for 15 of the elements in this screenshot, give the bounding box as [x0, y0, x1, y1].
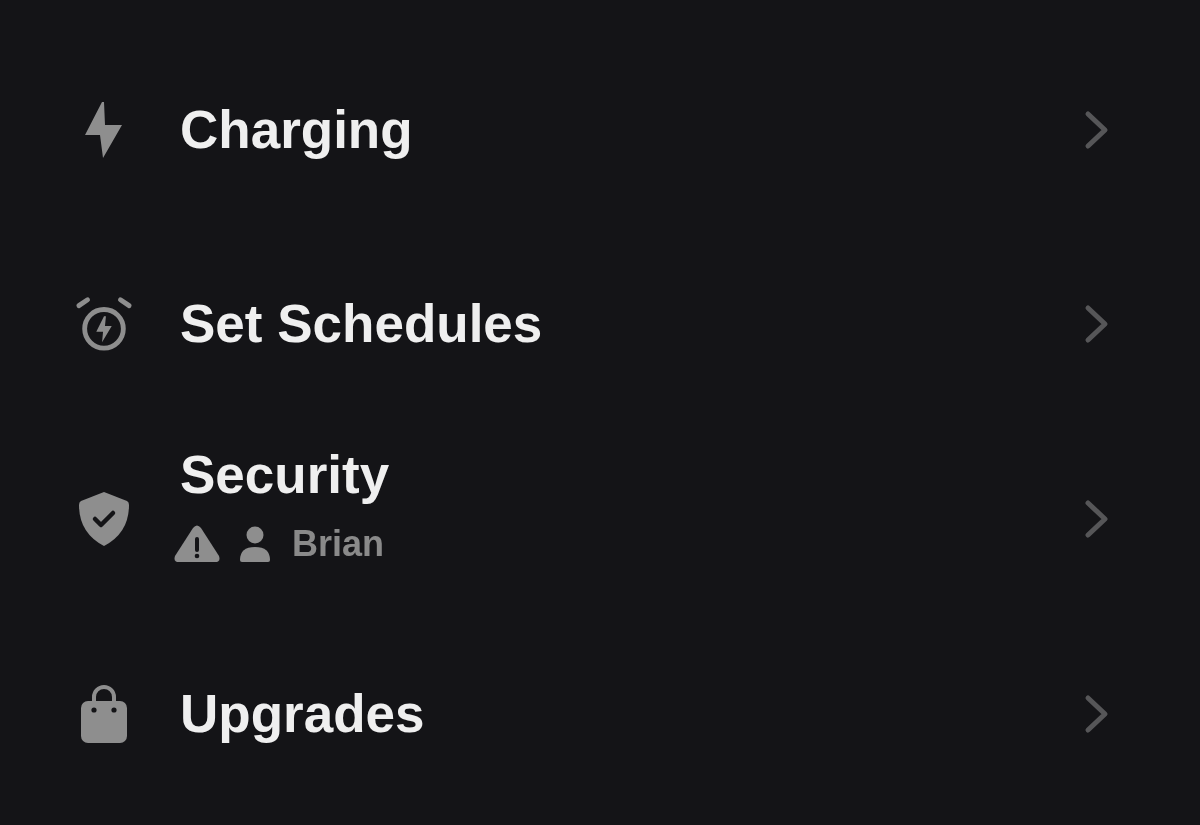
menu-item-label[interactable]: Security [180, 445, 390, 505]
chevron-right-icon[interactable] [1084, 499, 1110, 539]
person-icon [240, 526, 270, 562]
chevron-right-icon[interactable] [1084, 304, 1110, 344]
lightning-bolt-icon [85, 102, 123, 158]
shopping-bag-icon [81, 685, 127, 743]
shield-check-icon [79, 491, 129, 547]
chevron-right-icon[interactable] [1084, 110, 1110, 150]
alarm-clock-icon [75, 295, 133, 353]
warning-icon [174, 525, 220, 563]
chevron-right-icon[interactable] [1084, 694, 1110, 734]
menu-item-label[interactable]: Upgrades [180, 684, 425, 744]
menu-item-label[interactable]: Set Schedules [180, 294, 543, 354]
menu-item-label[interactable]: Charging [180, 100, 413, 160]
user-name: Brian [292, 522, 385, 566]
